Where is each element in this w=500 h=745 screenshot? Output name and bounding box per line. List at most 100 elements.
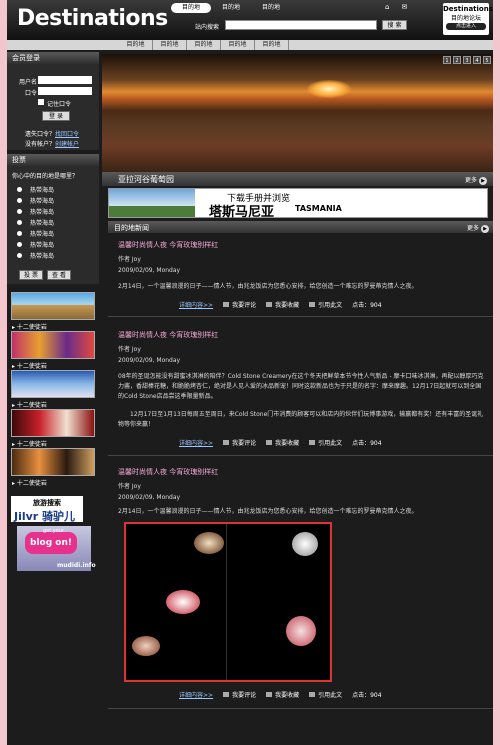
top-nav-item[interactable]: 目的地 — [211, 3, 251, 13]
badge-link[interactable]: 点击进入 — [446, 23, 486, 30]
quote-link[interactable]: 引用此文 — [309, 300, 342, 309]
gallery-caption: ▸ 十二使徒岩 — [12, 441, 47, 448]
poll-option-label: 热带海岛 — [30, 231, 55, 238]
quote-icon — [309, 440, 316, 445]
register-link[interactable]: 创建帐户 — [55, 141, 79, 148]
poster-right — [228, 524, 326, 680]
cake-image — [194, 532, 224, 554]
arrow-right-icon[interactable]: ▶ — [481, 225, 489, 233]
mail-icon[interactable]: ✉ — [401, 3, 407, 11]
travel-search-ad[interactable]: 旅游搜索 Jilvr 骑驴儿 — [11, 496, 83, 523]
gallery-image[interactable] — [11, 331, 95, 359]
gallery-caption: ▸ 十二使徒岩 — [12, 480, 47, 487]
click-count: 点击：904 — [352, 692, 382, 699]
pager-button[interactable]: 5 — [483, 56, 491, 64]
radio-icon[interactable] — [17, 187, 22, 192]
search-input[interactable] — [225, 20, 377, 30]
sub-nav-item[interactable]: 目的地 — [119, 40, 153, 50]
article-date: 2009/02/09, Monday — [118, 494, 181, 501]
blog-ad[interactable]: blog on! get your mudidi.info — [17, 526, 96, 571]
forgot-link[interactable]: 找回口令 — [55, 131, 79, 138]
article-actions: 详细内容>> 我要评论 我要收藏 引用此文 点击：904 — [179, 300, 382, 309]
detail-link[interactable]: 详细内容>> — [179, 438, 213, 447]
arrow-right-icon[interactable]: ▶ — [479, 177, 487, 185]
favorite-link[interactable]: 我要收藏 — [266, 438, 299, 447]
sub-nav-item[interactable]: 目的地 — [153, 40, 187, 50]
pager-button[interactable]: 1 — [443, 56, 451, 64]
comment-link[interactable]: 我要评论 — [223, 438, 256, 447]
radio-icon[interactable] — [17, 198, 22, 203]
hero-image[interactable] — [102, 54, 493, 172]
remember-checkbox[interactable] — [38, 99, 44, 105]
radio-icon[interactable] — [17, 231, 22, 236]
gallery-image[interactable] — [11, 370, 95, 398]
radio-icon[interactable] — [17, 242, 22, 247]
article-date: 2009/02/09, Monday — [118, 357, 181, 364]
username-label: 用户名 — [19, 79, 38, 86]
login-title: 会员登录 — [7, 52, 99, 64]
divider — [108, 316, 493, 317]
login-panel: 会员登录 用户名 口令 记住口令 登 录 遗失口令？找回口令 没有帐户？创建帐户 — [7, 52, 99, 150]
news-more[interactable]: 更多 ▶ — [467, 223, 489, 233]
news-article: 温馨时尚情人夜 今宵玫瑰别样红 作者 Joy 2009/02/09, Monda… — [118, 330, 486, 430]
pager-button[interactable]: 2 — [453, 56, 461, 64]
sub-nav-item[interactable]: 目的地 — [187, 40, 221, 50]
poll-option-label: 热带海岛 — [30, 198, 55, 205]
poll-option[interactable]: 热带海岛 — [17, 229, 54, 238]
poll-option[interactable]: 热带海岛 — [17, 207, 54, 216]
poll-option-label: 热带海岛 — [30, 187, 55, 194]
gallery-image[interactable] — [11, 292, 95, 320]
forgot-row: 遗失口令？找回口令 — [25, 129, 79, 138]
pager-button[interactable]: 4 — [473, 56, 481, 64]
login-button[interactable]: 登 录 — [42, 111, 70, 121]
gallery-image[interactable] — [11, 409, 95, 437]
hero-pager: 1 2 3 4 5 — [443, 56, 491, 64]
top-nav-item[interactable]: 目的地 — [251, 3, 291, 13]
comment-link[interactable]: 我要评论 — [223, 300, 256, 309]
click-count: 点击：904 — [352, 302, 382, 309]
article-actions: 详细内容>> 我要评论 我要收藏 引用此文 点击：904 — [179, 690, 382, 699]
divider — [108, 455, 493, 456]
promo-poster[interactable] — [124, 522, 332, 682]
article-title[interactable]: 温馨时尚情人夜 今宵玫瑰别样红 — [118, 240, 486, 250]
article-title[interactable]: 温馨时尚情人夜 今宵玫瑰别样红 — [118, 330, 486, 340]
favorite-link[interactable]: 我要收藏 — [266, 690, 299, 699]
favorite-icon — [266, 692, 273, 697]
poll-option[interactable]: 热带海岛 — [17, 185, 54, 194]
gallery-image[interactable] — [11, 448, 95, 476]
tasmania-banner[interactable]: 下载手册并浏览 塔斯马尼亚 TASMANIA — [108, 188, 488, 220]
hero-more[interactable]: 更多 ▶ — [465, 175, 487, 185]
radio-icon[interactable] — [17, 253, 22, 258]
article-actions: 详细内容>> 我要评论 我要收藏 引用此文 点击：904 — [179, 438, 382, 447]
top-nav: 目的地 目的地 目的地 — [171, 3, 291, 13]
sub-nav-item[interactable]: 目的地 — [255, 40, 289, 50]
forum-badge[interactable]: Destinations 目的地论坛 点击进入 — [443, 3, 493, 35]
comment-icon — [223, 302, 230, 307]
detail-link[interactable]: 详细内容>> — [179, 690, 213, 699]
article-title[interactable]: 温馨时尚情人夜 今宵玫瑰别样红 — [118, 467, 486, 477]
radio-icon[interactable] — [17, 209, 22, 214]
poll-option[interactable]: 热带海岛 — [17, 240, 54, 249]
username-field[interactable] — [38, 76, 92, 84]
pager-button[interactable]: 3 — [463, 56, 471, 64]
quote-link[interactable]: 引用此文 — [309, 690, 342, 699]
article-body: 12月17日至1月13日每周五至周日，来Cold Stone门市消费的顾客可以和… — [118, 411, 484, 428]
poll-option[interactable]: 热带海岛 — [17, 196, 54, 205]
site-logo[interactable]: Destinations — [17, 6, 168, 31]
detail-link[interactable]: 详细内容>> — [179, 300, 213, 309]
poll-option[interactable]: 热带海岛 — [17, 218, 54, 227]
ad-brand: Jilvr 骑驴儿 — [14, 510, 76, 523]
top-icons: ⌂ ✉ — [385, 3, 407, 11]
password-field[interactable] — [38, 87, 92, 95]
top-nav-item[interactable]: 目的地 — [171, 3, 211, 13]
search-button[interactable]: 搜 索 — [382, 20, 407, 30]
view-results-button[interactable]: 查 看 — [47, 270, 71, 280]
sub-nav-item[interactable]: 目的地 — [221, 40, 255, 50]
home-icon[interactable]: ⌂ — [385, 3, 389, 11]
comment-link[interactable]: 我要评论 — [223, 690, 256, 699]
quote-link[interactable]: 引用此文 — [309, 438, 342, 447]
radio-icon[interactable] — [17, 220, 22, 225]
poll-option[interactable]: 热带海岛 — [17, 251, 54, 260]
vote-button[interactable]: 投 票 — [19, 270, 43, 280]
favorite-link[interactable]: 我要收藏 — [266, 300, 299, 309]
